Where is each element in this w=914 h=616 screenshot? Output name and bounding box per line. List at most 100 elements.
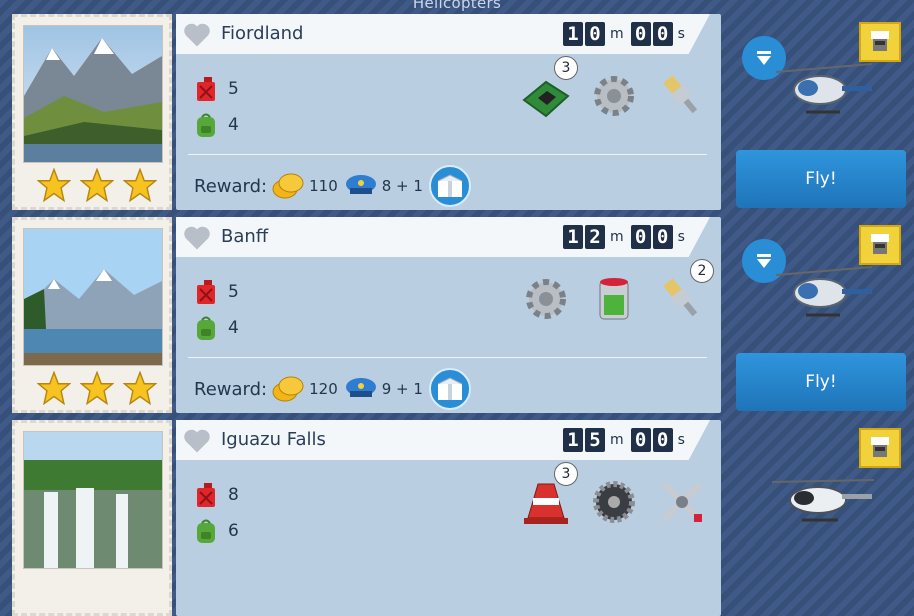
timer-unit-sec: s: [677, 432, 685, 448]
mission-titlebar: Iguazu Falls 1 5 m 0 0 s: [176, 420, 710, 460]
fuel-requirement: 5: [194, 279, 239, 305]
gear-icon: [594, 76, 634, 116]
required-item[interactable]: [588, 273, 640, 325]
timer-digit: 0: [630, 428, 651, 452]
star-icon: [80, 371, 114, 405]
reward-label: Reward:: [194, 378, 268, 400]
reward-pilot: 9 + 1: [381, 380, 423, 398]
required-item[interactable]: [588, 70, 640, 122]
gift-box-icon: [437, 174, 463, 197]
spark-plug-icon: [663, 75, 698, 114]
timer-unit-sec: s: [677, 229, 685, 245]
destination-photo: [23, 228, 163, 366]
reward-coins: 120: [309, 380, 338, 398]
divider: [188, 154, 707, 155]
mission-panel: Iguazu Falls 1 5 m 0 0 s 8 6 3: [176, 420, 721, 616]
item-count-badge: 3: [554, 462, 578, 486]
countdown-timer: 1 0 m 0 0 s: [563, 22, 690, 46]
fuel-requirement: 5: [194, 76, 239, 102]
crew-requirement: 6: [194, 518, 239, 544]
reward-row: Reward: 120 9 + 1: [194, 368, 471, 410]
required-item[interactable]: 2: [656, 259, 714, 325]
mission-row: Fiordland 1 0 m 0 0 s 5 4 3 Reward: 110 …: [0, 8, 914, 210]
rotor-blade-icon: [661, 481, 703, 523]
fuel-requirement: 8: [194, 482, 239, 508]
star-icon: [37, 371, 71, 405]
backpack-icon: [197, 316, 215, 340]
reward-label: Reward:: [194, 175, 268, 197]
mission-titlebar: Fiordland 1 0 m 0 0 s: [176, 14, 710, 54]
required-items: 3: [520, 462, 708, 528]
required-item[interactable]: [656, 70, 708, 122]
pilot-cap-icon: [345, 175, 376, 194]
required-item[interactable]: 3: [520, 56, 578, 122]
pilot-portrait-icon: [871, 234, 889, 254]
destination-stamp: [12, 217, 172, 413]
reward-chest-button[interactable]: [428, 165, 471, 207]
destination-name: Iguazu Falls: [221, 429, 326, 450]
timer-digit: 0: [652, 225, 673, 249]
destination-photo: [23, 431, 163, 569]
timer-unit-min: m: [610, 432, 624, 448]
required-item[interactable]: [520, 273, 572, 325]
fuel-can-icon: [197, 280, 215, 304]
timer-digit: 2: [585, 225, 605, 249]
countdown-timer: 1 2 m 0 0 s: [563, 225, 690, 249]
timer-digit: 0: [652, 428, 673, 452]
pilot-portrait-icon: [871, 31, 889, 51]
pilot-portrait-icon: [871, 437, 889, 457]
star-icon: [123, 168, 157, 202]
crew-value: 4: [228, 115, 239, 135]
fuel-value: 5: [228, 79, 239, 99]
paint-can-icon: [599, 278, 629, 320]
reward-chest-button[interactable]: [428, 368, 471, 410]
fly-button[interactable]: Fly!: [736, 150, 906, 208]
fuel-can-icon: [197, 77, 215, 101]
coins-icon: [272, 376, 304, 402]
mission-panel: Fiordland 1 0 m 0 0 s 5 4 3 Reward: 110 …: [176, 14, 721, 210]
timer-unit-min: m: [610, 229, 624, 245]
coins-icon: [272, 173, 304, 199]
required-item[interactable]: 3: [520, 462, 578, 528]
divider: [188, 357, 707, 358]
mission-titlebar: Banff 1 2 m 0 0 s: [176, 217, 710, 257]
star-icon: [123, 371, 157, 405]
required-items: 3: [520, 56, 708, 122]
star-icon: [80, 168, 114, 202]
helicopter-icon: [771, 479, 875, 522]
crew-value: 4: [228, 318, 239, 338]
gear-icon: [526, 279, 566, 319]
destination-stamp: [12, 14, 172, 210]
destination-name: Fiordland: [221, 23, 304, 44]
heart-icon[interactable]: [182, 426, 212, 454]
item-count-badge: 2: [690, 259, 714, 283]
timer-digit: 5: [585, 428, 605, 452]
helicopter-icon: [775, 63, 873, 114]
crew-requirement: 4: [194, 112, 239, 138]
helicopter-zone: Fly!: [728, 217, 914, 413]
heart-icon[interactable]: [182, 20, 212, 48]
destination-name: Banff: [221, 226, 269, 247]
backpack-icon: [197, 113, 215, 137]
destination-photo: [23, 25, 163, 163]
gift-box-icon: [437, 377, 463, 400]
reward-row: Reward: 110 8 + 1: [194, 165, 471, 207]
mission-row: Banff 1 2 m 0 0 s 5 4 2 Reward: 120 9 + …: [0, 211, 914, 413]
timer-digit: 0: [652, 22, 673, 46]
helicopter-icon: [775, 266, 873, 317]
fuel-value: 5: [228, 282, 239, 302]
reward-coins: 110: [309, 177, 338, 195]
fly-button[interactable]: Fly!: [736, 353, 906, 411]
star-icon: [37, 168, 71, 202]
timer-unit-min: m: [610, 26, 624, 42]
required-item[interactable]: [656, 476, 708, 528]
timer-digit: 0: [585, 22, 605, 46]
timer-digit: 0: [630, 22, 651, 46]
rating-stars: [37, 370, 157, 406]
countdown-timer: 1 5 m 0 0 s: [563, 428, 690, 452]
mission-row: Iguazu Falls 1 5 m 0 0 s 8 6 3: [0, 414, 914, 616]
reward-pilot: 8 + 1: [381, 177, 423, 195]
required-item[interactable]: [588, 476, 640, 528]
fuel-can-icon: [197, 483, 215, 507]
heart-icon[interactable]: [182, 223, 212, 251]
